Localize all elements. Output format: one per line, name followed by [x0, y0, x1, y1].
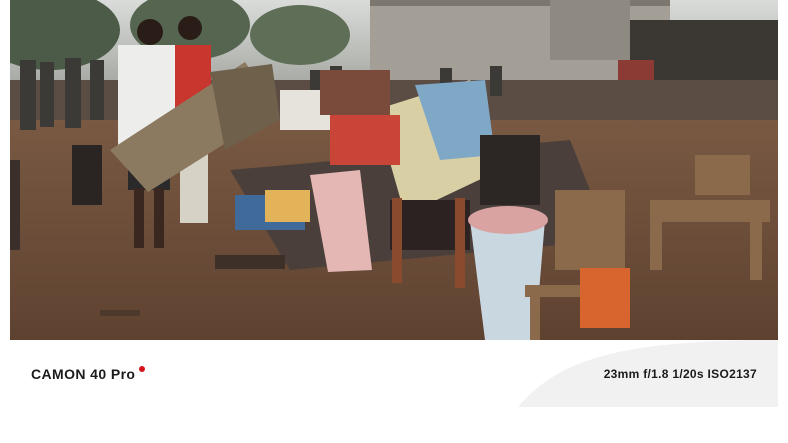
camera-model-label: CAMON 40 Pro — [31, 366, 146, 382]
camera-watermark-bar: CAMON 40 Pro 23mm f/1.8 1/20s ISO2137 — [10, 340, 778, 407]
street-scene-photo — [10, 0, 778, 340]
photo — [10, 0, 778, 340]
exif-specs-label: 23mm f/1.8 1/20s ISO2137 — [603, 367, 757, 381]
brand-dot-icon — [139, 366, 146, 372]
